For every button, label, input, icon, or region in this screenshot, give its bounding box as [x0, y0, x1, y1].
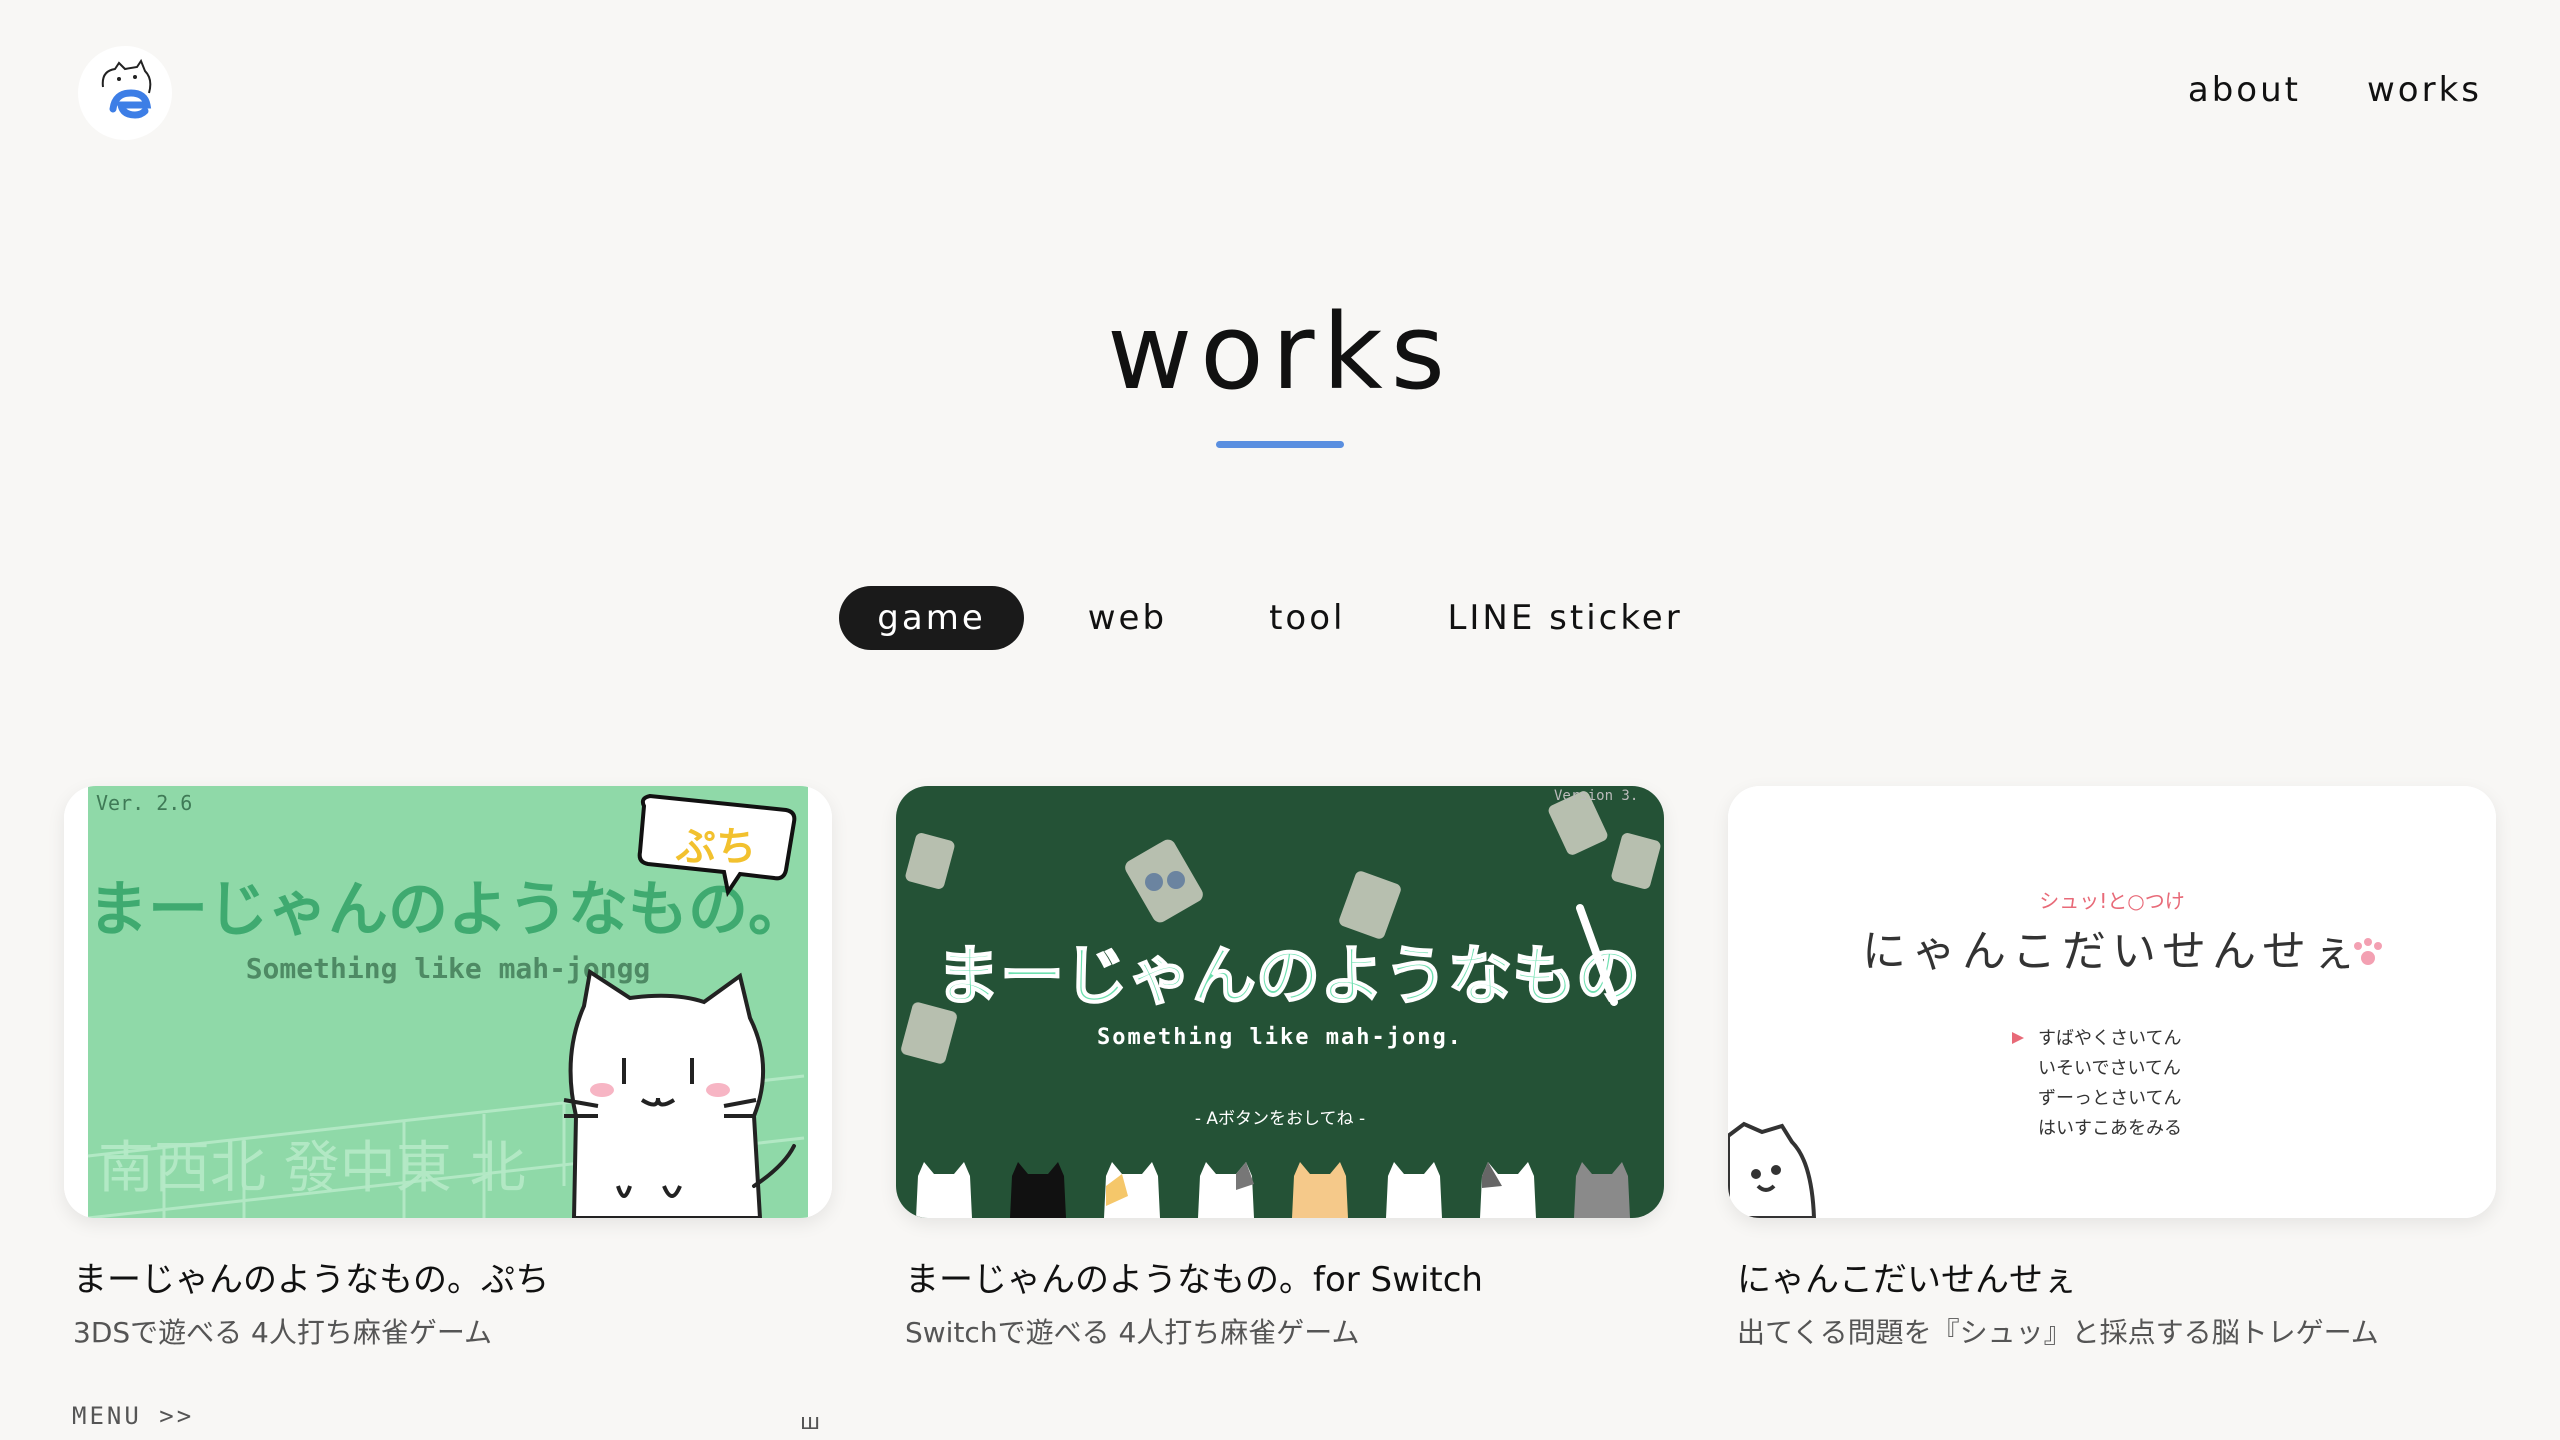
- thumb-prompt-text: - Aボタンをおしてね -: [1195, 1109, 1365, 1129]
- work-title[interactable]: にゃんこだいせんせぇ: [1728, 1252, 2496, 1301]
- thumb-subtitle-text: Something like mah-jong.: [1097, 1025, 1463, 1050]
- thumb-menu-item: ずーっとさいてん: [2038, 1088, 2181, 1109]
- work-description: Switchで遊べる 4人打ち麻雀ゲーム: [905, 1316, 1360, 1349]
- site-logo[interactable]: [78, 46, 172, 140]
- work-description: 3DSで遊べる 4人打ち麻雀ゲーム: [73, 1316, 493, 1349]
- thumb-version-text: Ver. 2.6: [96, 791, 192, 815]
- tab-web[interactable]: web: [1050, 586, 1205, 650]
- top-nav: about works: [2188, 70, 2482, 110]
- tab-game[interactable]: game: [839, 586, 1024, 650]
- tab-line-sticker[interactable]: LINE sticker: [1409, 586, 1720, 650]
- thumb-version-text: Version 3.: [1554, 788, 1638, 804]
- tiles-text: 南西北 發中東 北: [98, 1136, 526, 1201]
- work-description: 出てくる問題を『シュッ』と採点する脳トレゲーム: [1737, 1316, 2379, 1349]
- cat-logo-icon: [101, 58, 152, 119]
- thumb-menu-item: すばやくさいてん: [2038, 1028, 2181, 1049]
- thumb-logo-text: にゃんこだいせんせぇ: [1862, 926, 2362, 977]
- work-card-nyanko-daisensei[interactable]: シュッ!と○つけ にゃんこだいせんせぇ すばやくさいてん いそいでさいてん ずー…: [1728, 786, 2496, 1351]
- tab-tool[interactable]: tool: [1231, 586, 1383, 650]
- work-card-mahjong-petit[interactable]: 南西北 發中東 北 Ver. 2.6 まーじゃんのようなもの。 Somethin…: [64, 786, 832, 1351]
- thumb-menu-item: いそいでさいてん: [2038, 1058, 2181, 1079]
- title-underline: [1216, 441, 1344, 448]
- badge-text: ぷち: [675, 824, 756, 870]
- menu-toggle[interactable]: MENU >>: [72, 1402, 194, 1430]
- work-title[interactable]: まーじゃんのようなもの。for Switch: [896, 1252, 1664, 1301]
- work-thumbnail[interactable]: シュッ!と○つけ にゃんこだいせんせぇ すばやくさいてん いそいでさいてん ずー…: [1728, 786, 2496, 1218]
- thumb-tagline-text: シュッ!と○つけ: [2039, 889, 2184, 913]
- work-card-mahjong-switch[interactable]: Version 3. まーじゃんのようなもの Something like ma…: [896, 786, 1664, 1351]
- thumb-menu-item: はいすこあをみる: [2038, 1118, 2182, 1139]
- nav-about-link[interactable]: about: [2188, 70, 2301, 110]
- work-thumbnail[interactable]: 南西北 發中東 北 Ver. 2.6 まーじゃんのようなもの。 Somethin…: [64, 786, 832, 1218]
- nav-works-link[interactable]: works: [2367, 70, 2482, 110]
- category-tabs: game web tool LINE sticker: [0, 586, 2560, 650]
- page-title: works: [1107, 291, 1453, 413]
- footer-mark: ш: [800, 1410, 821, 1435]
- work-title[interactable]: まーじゃんのようなもの。ぷち: [64, 1252, 832, 1301]
- thumb-logo-text: まーじゃんのようなもの: [936, 940, 1640, 1014]
- work-thumbnail[interactable]: Version 3. まーじゃんのようなもの Something like ma…: [896, 786, 1664, 1218]
- thumb-logo-text: まーじゃんのようなもの。: [88, 875, 808, 945]
- works-grid: 南西北 發中東 北 Ver. 2.6 まーじゃんのようなもの。 Somethin…: [64, 786, 2496, 1351]
